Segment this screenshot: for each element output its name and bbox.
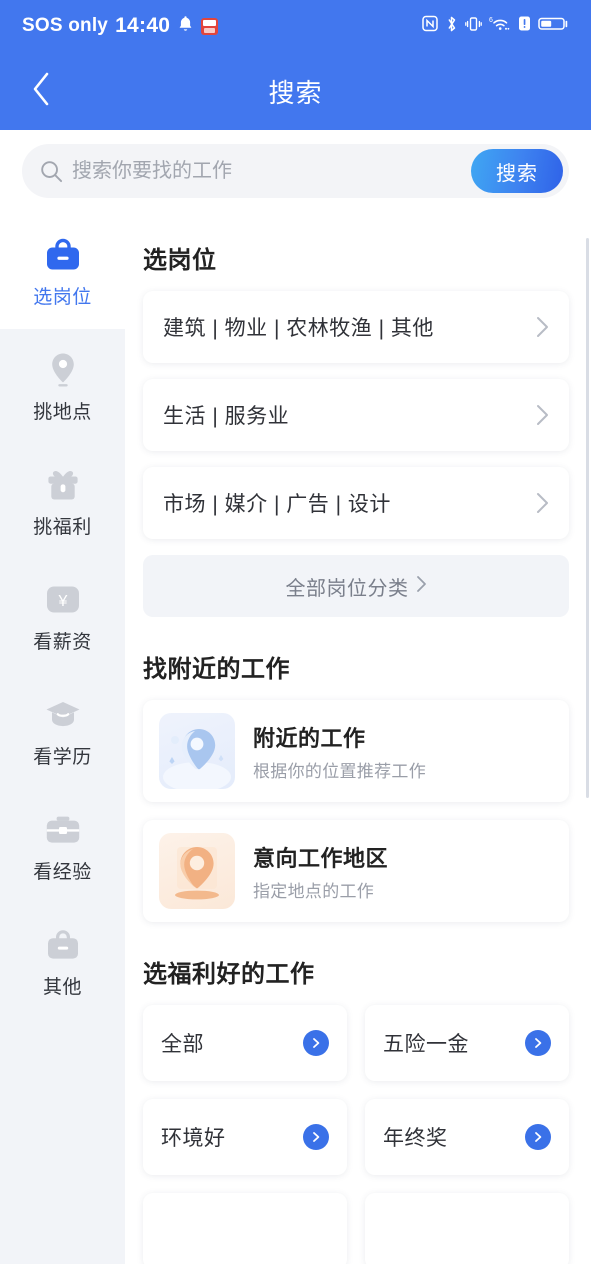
carrier-label: SOS only — [22, 15, 109, 36]
benefit-label: 全部 — [161, 1033, 204, 1056]
category-label: 生活 | 服务业 — [163, 405, 290, 428]
search-icon — [40, 160, 63, 183]
toolbox-icon — [44, 810, 82, 850]
benefits-section-title: 选福利好的工作 — [143, 961, 315, 988]
sidebar-item-other[interactable]: 其他 — [0, 904, 125, 1019]
status-bar-left: SOS only 14:40 — [22, 14, 219, 38]
intended-area-title: 意向工作地区 — [253, 845, 389, 871]
search-section: 搜索 — [0, 130, 591, 214]
search-page: SOS only 14:40 6 搜索 搜索你要找的工作 搜索 选岗位 挑地点 … — [0, 0, 591, 1280]
svg-text:¥: ¥ — [57, 593, 67, 610]
nearby-section-title: 找附近的工作 — [143, 656, 290, 683]
main-content: 选岗位 建筑 | 物业 | 农林牧渔 | 其他 生活 | 服务业 市场 | 媒介… — [125, 214, 591, 1264]
sidebar-item-location[interactable]: 挑地点 — [0, 329, 125, 444]
navigation-bar: 搜索 — [0, 52, 591, 130]
wifi-6-icon: 6 — [489, 15, 511, 38]
intended-area-text: 意向工作地区 指定地点的工作 — [253, 841, 388, 902]
search-input[interactable] — [72, 144, 471, 198]
bag-icon — [44, 925, 82, 965]
category-card[interactable]: 生活 | 服务业 — [143, 379, 569, 451]
benefit-card[interactable] — [143, 1193, 347, 1264]
calendar-app-icon — [201, 17, 219, 35]
all-categories-label: 全部岗位分类 — [285, 577, 409, 600]
nearby-jobs-title: 附近的工作 — [253, 725, 366, 751]
intended-area-subtitle: 指定地点的工作 — [253, 881, 375, 901]
intended-area-card[interactable]: 意向工作地区 指定地点的工作 — [143, 820, 569, 922]
arrow-right-circle-icon — [303, 1030, 329, 1056]
sidebar-item-label: 挑福利 — [33, 516, 92, 538]
battery-icon — [538, 15, 569, 37]
arrow-right-circle-icon — [303, 1124, 329, 1150]
category-label: 建筑 | 物业 | 农林牧渔 | 其他 — [163, 317, 434, 340]
bell-icon — [177, 15, 194, 38]
job-section-title: 选岗位 — [143, 247, 217, 274]
gift-icon — [45, 465, 81, 505]
benefit-card[interactable]: 全部 — [143, 1005, 347, 1081]
sidebar-item-label: 选岗位 — [33, 286, 92, 308]
svg-text:6: 6 — [489, 17, 493, 24]
nearby-jobs-card[interactable]: 附近的工作 根据你的位置推荐工作 — [143, 700, 569, 802]
status-bar-right: 6 — [422, 15, 569, 38]
sidebar-item-label: 挑地点 — [33, 401, 92, 423]
benefit-card[interactable]: 年终奖 — [365, 1099, 569, 1175]
nfc-icon — [422, 15, 438, 37]
vertical-scrollbar[interactable] — [586, 238, 589, 798]
yuan-badge-icon: ¥ — [44, 580, 82, 620]
sidebar-item-label: 看经验 — [33, 861, 92, 883]
app-header: SOS only 14:40 6 搜索 — [0, 0, 591, 130]
benefit-card[interactable]: 五险一金 — [365, 1005, 569, 1081]
chevron-right-icon — [536, 316, 549, 338]
benefit-label: 环境好 — [161, 1127, 226, 1150]
sidebar-item-position[interactable]: 选岗位 — [0, 214, 125, 329]
page-title: 搜索 — [268, 77, 323, 108]
sidebar-item-experience[interactable]: 看经验 — [0, 789, 125, 904]
all-categories-button[interactable]: 全部岗位分类 — [143, 555, 569, 617]
category-label: 市场 | 媒介 | 广告 | 设计 — [163, 493, 391, 516]
sidebar-item-benefits[interactable]: 挑福利 — [0, 444, 125, 559]
chevron-right-icon — [536, 404, 549, 426]
benefit-label: 年终奖 — [383, 1127, 448, 1150]
blue-location-illustration-icon — [159, 713, 235, 789]
chevron-right-icon — [416, 575, 427, 598]
benefits-grid: 全部 五险一金 环境好 年终奖 — [143, 1005, 569, 1264]
alert-icon — [518, 15, 531, 37]
sidebar-item-salary[interactable]: ¥ 看薪资 — [0, 559, 125, 674]
category-card[interactable]: 市场 | 媒介 | 广告 | 设计 — [143, 467, 569, 539]
vibrate-icon — [465, 15, 482, 38]
search-bar[interactable]: 搜索 — [22, 144, 569, 198]
clock-label: 14:40 — [115, 14, 171, 37]
benefit-card[interactable]: 环境好 — [143, 1099, 347, 1175]
sidebar-item-education[interactable]: 看学历 — [0, 674, 125, 789]
bluetooth-icon — [445, 15, 458, 38]
chevron-right-icon — [536, 492, 549, 514]
graduation-cap-icon — [44, 695, 82, 735]
sidebar-item-label: 看学历 — [33, 746, 92, 768]
benefit-card[interactable] — [365, 1193, 569, 1264]
arrow-right-circle-icon — [525, 1030, 551, 1056]
arrow-right-circle-icon — [525, 1124, 551, 1150]
sidebar-item-label: 其他 — [42, 976, 82, 998]
category-card[interactable]: 建筑 | 物业 | 农林牧渔 | 其他 — [143, 291, 569, 363]
search-submit-button[interactable]: 搜索 — [471, 149, 563, 193]
briefcase-icon — [44, 235, 82, 275]
page-body: 选岗位 挑地点 挑福利 ¥ 看薪资 看学历 看经验 其他 选岗位 建筑 | 物业… — [0, 214, 591, 1264]
orange-location-illustration-icon — [159, 833, 235, 909]
status-bar: SOS only 14:40 6 — [0, 0, 591, 52]
location-pin-icon — [47, 350, 79, 390]
category-sidebar: 选岗位 挑地点 挑福利 ¥ 看薪资 看学历 看经验 其他 — [0, 214, 125, 1264]
chevron-left-icon — [30, 71, 52, 112]
benefit-label: 五险一金 — [383, 1033, 469, 1056]
nearby-jobs-text: 附近的工作 根据你的位置推荐工作 — [253, 721, 426, 782]
back-button[interactable] — [18, 68, 64, 114]
nearby-jobs-subtitle: 根据你的位置推荐工作 — [253, 761, 426, 781]
sidebar-item-label: 看薪资 — [33, 631, 92, 653]
